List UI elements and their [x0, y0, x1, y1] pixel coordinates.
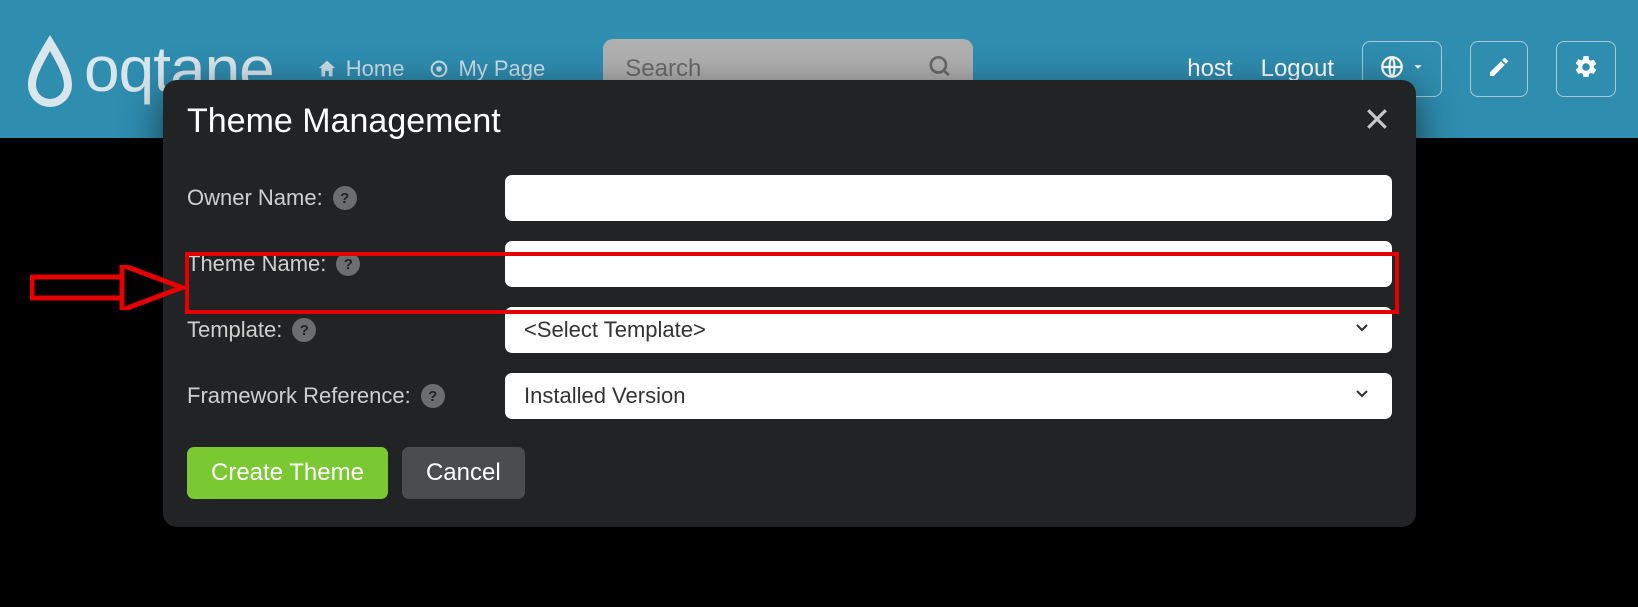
- modal-title: Theme Management: [187, 102, 501, 141]
- modal-header: Theme Management: [187, 102, 1392, 141]
- logout-link[interactable]: Logout: [1261, 55, 1334, 83]
- gear-icon: [1573, 54, 1599, 85]
- label-framework: Framework Reference:: [187, 383, 411, 409]
- label-theme-name: Theme Name:: [187, 251, 326, 277]
- nav-mypage[interactable]: My Page: [428, 56, 545, 82]
- nav-home-label: Home: [346, 56, 405, 82]
- framework-select[interactable]: Installed Version: [505, 373, 1392, 419]
- settings-button[interactable]: [1556, 41, 1616, 97]
- user-link[interactable]: host: [1187, 55, 1232, 83]
- row-owner-name: Owner Name: ?: [187, 175, 1392, 221]
- owner-name-input[interactable]: [505, 175, 1392, 221]
- modal-actions: Create Theme Cancel: [187, 447, 1392, 499]
- nav-mypage-label: My Page: [458, 56, 545, 82]
- row-theme-name: Theme Name: ?: [187, 241, 1392, 287]
- template-select-value: <Select Template>: [524, 317, 706, 343]
- label-template: Template:: [187, 317, 282, 343]
- annotation-arrow: [30, 265, 185, 310]
- search-input[interactable]: [603, 55, 973, 83]
- template-select[interactable]: <Select Template>: [505, 307, 1392, 353]
- row-template: Template: ? <Select Template>: [187, 307, 1392, 353]
- theme-name-input[interactable]: [505, 241, 1392, 287]
- caret-down-icon: [1411, 60, 1425, 79]
- pencil-icon: [1487, 55, 1511, 84]
- target-icon: [428, 58, 450, 80]
- theme-management-modal: Theme Management Owner Name: ? Theme Nam…: [163, 80, 1416, 527]
- nav-home[interactable]: Home: [316, 56, 405, 82]
- help-icon[interactable]: ?: [421, 384, 445, 408]
- create-theme-button[interactable]: Create Theme: [187, 447, 388, 499]
- label-owner-name: Owner Name:: [187, 185, 323, 211]
- help-icon[interactable]: ?: [336, 252, 360, 276]
- help-icon[interactable]: ?: [333, 186, 357, 210]
- edit-button[interactable]: [1470, 41, 1528, 97]
- logo-drop-icon: [20, 29, 80, 109]
- nav-links: Home My Page: [316, 56, 546, 82]
- framework-select-value: Installed Version: [524, 383, 685, 409]
- home-icon: [316, 58, 338, 80]
- cancel-button[interactable]: Cancel: [402, 447, 525, 499]
- close-button[interactable]: [1362, 104, 1392, 139]
- row-framework: Framework Reference: ? Installed Version: [187, 373, 1392, 419]
- help-icon[interactable]: ?: [292, 318, 316, 342]
- close-icon: [1362, 104, 1392, 134]
